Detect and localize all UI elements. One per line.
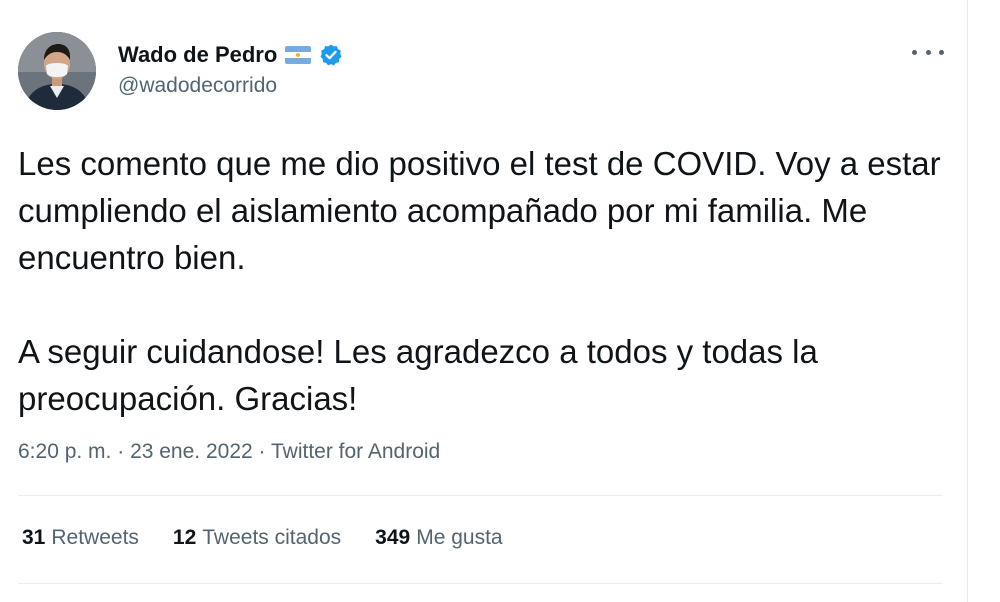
author-handle[interactable]: @wadodecorrido xyxy=(118,74,277,98)
tweet-paragraph-2: A seguir cuidandose! Les agradezco a tod… xyxy=(18,333,818,417)
verified-badge-icon xyxy=(319,43,343,67)
tweet-source[interactable]: Twitter for Android xyxy=(271,440,440,463)
avatar-photo xyxy=(18,32,96,110)
tweet-stats: 31 Retweets 12 Tweets citados 349 Me gusta xyxy=(22,526,503,550)
meta-separator-2: · xyxy=(252,440,271,463)
timeline-border xyxy=(967,0,968,602)
divider-bottom xyxy=(18,583,943,584)
likes-count: 349 xyxy=(375,526,411,549)
likes-label: Me gusta xyxy=(416,526,503,549)
quotes-count: 12 xyxy=(172,526,197,549)
tweet-meta: 6:20 p. m. · 23 ene. 2022 · Twitter for … xyxy=(18,440,440,464)
tweet-date[interactable]: 23 ene. 2022 xyxy=(130,440,253,463)
tweet-time[interactable]: 6:20 p. m. xyxy=(18,440,111,463)
retweets-stat[interactable]: 31 Retweets xyxy=(22,526,139,550)
quotes-label: Tweets citados xyxy=(202,526,342,549)
tweet-paragraph-1: Les comento que me dio positivo el test … xyxy=(18,145,941,276)
author-avatar[interactable] xyxy=(18,32,96,110)
tweet-card: Wado de Pedro @wadodecorrido Les comento… xyxy=(0,0,967,602)
argentina-flag-icon xyxy=(285,46,312,64)
more-options-icon[interactable] xyxy=(912,44,944,60)
retweets-label: Retweets xyxy=(51,526,139,549)
divider-top xyxy=(18,495,943,496)
author-name[interactable]: Wado de Pedro xyxy=(118,42,277,68)
quotes-stat[interactable]: 12 Tweets citados xyxy=(173,526,341,550)
author-name-row: Wado de Pedro xyxy=(118,38,343,72)
meta-separator-1: · xyxy=(111,440,131,463)
retweets-count: 31 xyxy=(22,526,46,549)
likes-stat[interactable]: 349 Me gusta xyxy=(375,526,502,550)
tweet-text: Les comento que me dio positivo el test … xyxy=(18,140,958,422)
